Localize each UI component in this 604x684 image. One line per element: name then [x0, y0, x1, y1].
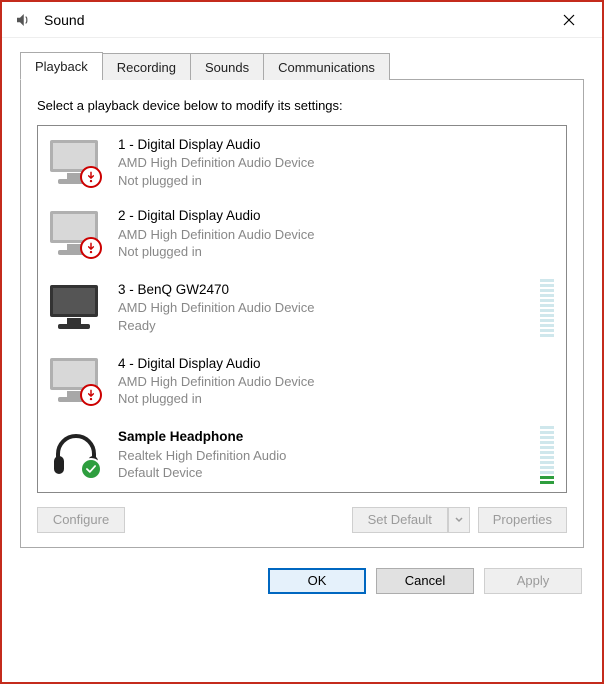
dialog-button-row: OK Cancel Apply	[2, 556, 602, 612]
set-default-dropdown[interactable]	[448, 507, 470, 533]
device-row[interactable]: 1 - Digital Display AudioAMD High Defini…	[38, 126, 566, 197]
monitor-unplugged-icon	[48, 138, 108, 188]
device-status: Default Device	[118, 464, 532, 482]
tab-communications[interactable]: Communications	[263, 53, 390, 80]
chevron-down-icon	[455, 516, 463, 524]
device-description: Realtek High Definition Audio	[118, 447, 532, 465]
device-status: Not plugged in	[118, 172, 554, 190]
default-device-badge-icon	[80, 458, 102, 480]
tab-bar: PlaybackRecordingSoundsCommunications	[20, 52, 584, 80]
close-button[interactable]	[546, 2, 592, 38]
close-icon	[563, 14, 575, 26]
title-bar: Sound	[2, 2, 602, 38]
window-title: Sound	[44, 12, 84, 28]
device-description: AMD High Definition Audio Device	[118, 226, 554, 244]
device-row[interactable]: 3 - BenQ GW2470AMD High Definition Audio…	[38, 269, 566, 345]
device-name: 2 - Digital Display Audio	[118, 207, 554, 225]
apply-button[interactable]: Apply	[484, 568, 582, 594]
headphone-icon	[48, 430, 108, 480]
tab-sounds[interactable]: Sounds	[190, 53, 264, 80]
device-name: 1 - Digital Display Audio	[118, 136, 554, 154]
cancel-button[interactable]: Cancel	[376, 568, 474, 594]
properties-button[interactable]: Properties	[478, 507, 567, 533]
vu-meter	[540, 279, 554, 337]
unplugged-badge-icon	[80, 384, 102, 406]
tab-panel-playback: Select a playback device below to modify…	[20, 80, 584, 548]
device-status: Not plugged in	[118, 243, 554, 261]
device-description: AMD High Definition Audio Device	[118, 154, 554, 172]
device-name: Sample Headphone	[118, 428, 532, 446]
device-status: Not plugged in	[118, 390, 554, 408]
set-default-button[interactable]: Set Default	[352, 507, 448, 533]
configure-button[interactable]: Configure	[37, 507, 125, 533]
tab-recording[interactable]: Recording	[102, 53, 191, 80]
ok-button[interactable]: OK	[268, 568, 366, 594]
device-description: AMD High Definition Audio Device	[118, 299, 532, 317]
tab-playback[interactable]: Playback	[20, 52, 103, 80]
device-row[interactable]: Sample HeadphoneRealtek High Definition …	[38, 416, 566, 492]
monitor-unplugged-icon	[48, 356, 108, 406]
unplugged-badge-icon	[80, 237, 102, 259]
monitor-unplugged-icon	[48, 209, 108, 259]
device-row[interactable]: 4 - Digital Display AudioAMD High Defini…	[38, 345, 566, 416]
device-status: Ready	[118, 317, 532, 335]
monitor-ready-icon	[48, 283, 108, 333]
sound-icon	[14, 11, 32, 29]
device-row[interactable]: 2 - Digital Display AudioAMD High Defini…	[38, 197, 566, 268]
vu-meter	[540, 426, 554, 484]
device-description: AMD High Definition Audio Device	[118, 373, 554, 391]
device-name: 4 - Digital Display Audio	[118, 355, 554, 373]
device-list[interactable]: 1 - Digital Display AudioAMD High Defini…	[37, 125, 567, 493]
unplugged-badge-icon	[80, 166, 102, 188]
instruction-text: Select a playback device below to modify…	[37, 98, 567, 113]
device-name: 3 - BenQ GW2470	[118, 281, 532, 299]
